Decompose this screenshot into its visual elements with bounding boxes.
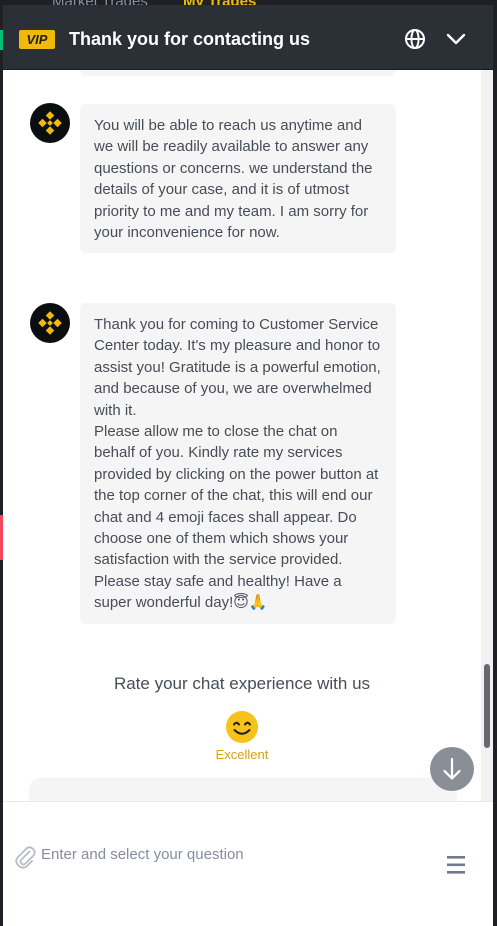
- message-text: You will be able to reach us anytime and…: [94, 117, 373, 242]
- message-text: Thank you for coming to Customer Service…: [94, 316, 381, 419]
- rating-selected-label: Excellent: [215, 747, 269, 762]
- chat-title: Thank you for contacting us: [69, 29, 311, 49]
- smiling-face-icon[interactable]: [225, 710, 259, 744]
- chat-header: VIP Thank you for contacting us: [3, 5, 493, 70]
- binance-logo-icon: [38, 311, 62, 335]
- rating-title: Rate your chat experience with us: [113, 674, 371, 693]
- arrow-down-icon: [443, 757, 461, 780]
- chat-window: VIP Thank you for contacting us You will…: [3, 5, 493, 926]
- input-bar: [3, 802, 493, 926]
- paperclip-icon[interactable]: [13, 844, 37, 870]
- binance-logo-icon: [38, 111, 62, 135]
- scrollbar-thumb[interactable]: [484, 664, 490, 748]
- globe-icon[interactable]: [403, 27, 427, 51]
- message-text: Please stay safe and healthy! Have a sup…: [94, 572, 342, 612]
- menu-icon[interactable]: [445, 854, 467, 876]
- agent-avatar: [30, 103, 70, 143]
- agent-message-bubble: You will be able to reach us anytime and…: [80, 104, 396, 254]
- message-list[interactable]: You will be able to reach us anytime and…: [3, 70, 493, 818]
- chevron-down-icon[interactable]: [444, 27, 468, 51]
- agent-message-bubble: Thank you for coming to Customer Service…: [80, 303, 396, 624]
- previous-message-bubble: [80, 70, 396, 76]
- agent-avatar: [30, 303, 70, 343]
- message-text: Please allow me to close the chat on beh…: [94, 423, 379, 569]
- question-input[interactable]: [41, 840, 421, 868]
- scroll-to-bottom-button[interactable]: [430, 747, 474, 791]
- vip-badge: VIP: [19, 30, 55, 49]
